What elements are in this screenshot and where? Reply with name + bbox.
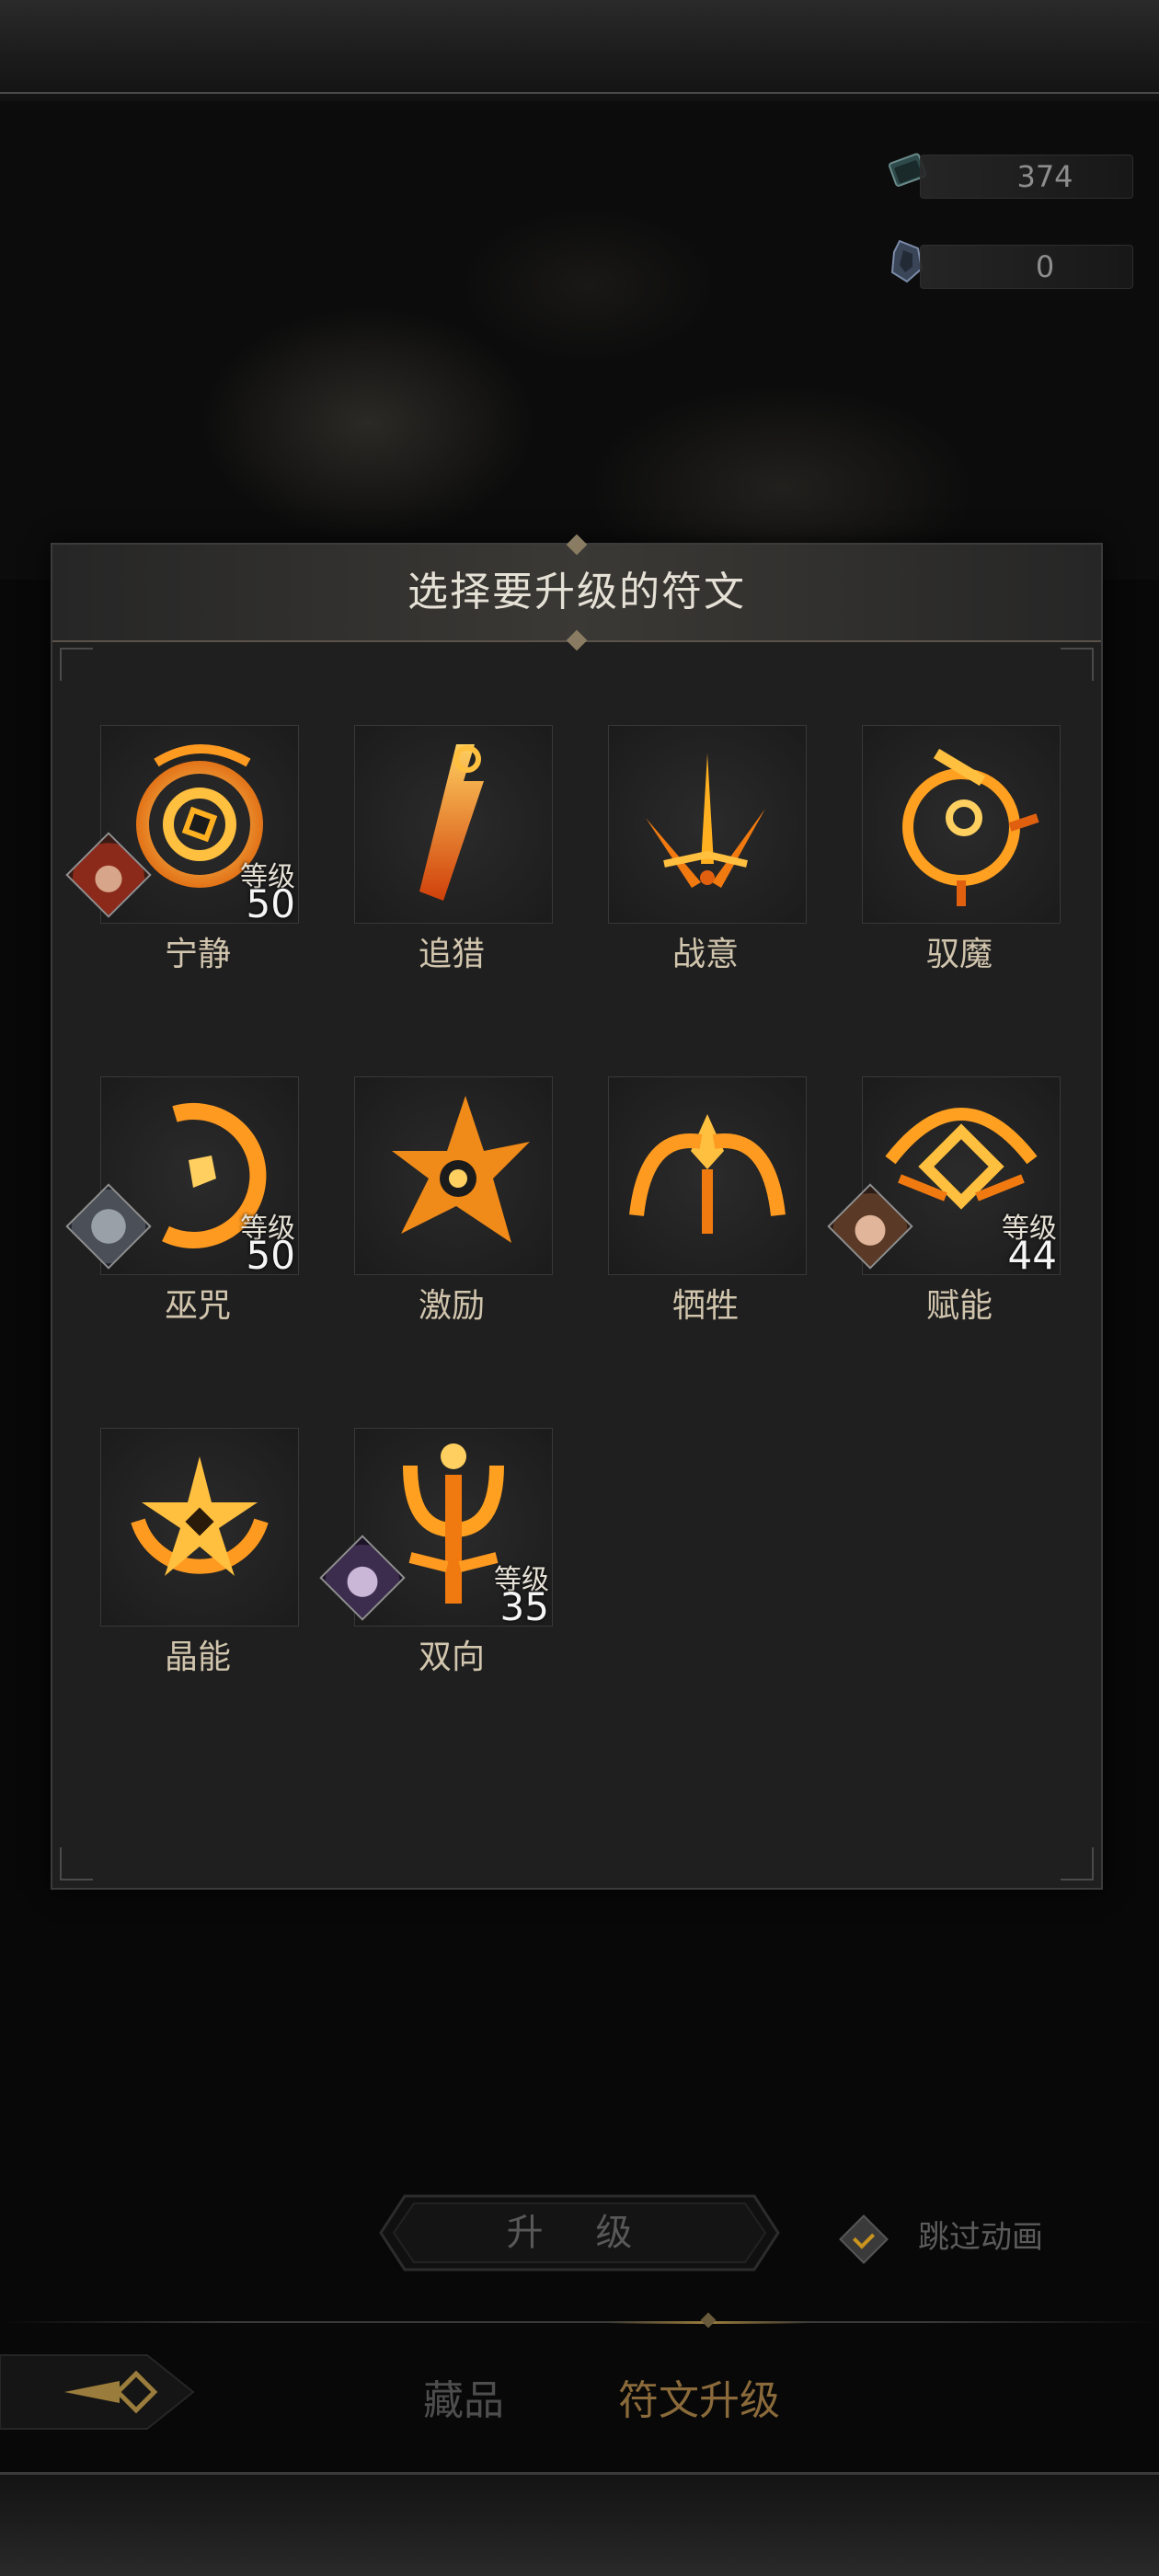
rune-jingneng-icon (100, 1428, 299, 1627)
rune-zhanyi-icon (608, 725, 807, 924)
corner-ornament-bl (60, 1847, 93, 1880)
rune-jili-icon (354, 1076, 553, 1275)
rune-xisheng-icon (608, 1076, 807, 1275)
bottom-ornament-bar (0, 2472, 1159, 2576)
upgrade-button[interactable]: 升 级 (377, 2192, 782, 2273)
rune-name: 巫咒 (164, 1287, 231, 1325)
tab-divider (0, 2321, 1159, 2323)
back-button[interactable] (0, 2346, 202, 2438)
divider-gem (700, 2312, 717, 2329)
top-ornament-bar (0, 0, 1159, 104)
rune-yumo-icon (862, 725, 1061, 924)
rune-name: 激励 (418, 1287, 485, 1325)
tab-rune-upgrade[interactable]: 符文升级 (618, 2374, 780, 2429)
rune-card-xisheng[interactable]: 牺牲 (604, 1076, 807, 1325)
level-value: 44 (1007, 1233, 1057, 1278)
rune-name: 追猎 (418, 936, 485, 973)
level-value: 50 (246, 1233, 295, 1278)
skip-animation-label: 跳过动画 (918, 2219, 1043, 2256)
skip-animation-toggle[interactable]: 跳过动画 (839, 2214, 1078, 2264)
rune-card-funeng[interactable]: 等级 44 赋能 (827, 1076, 1061, 1325)
rune-card-zhuilie[interactable]: 追猎 (350, 725, 553, 973)
rune-name: 赋能 (925, 1287, 993, 1325)
tab-collection[interactable]: 藏品 (423, 2374, 504, 2429)
rune-card-jingneng[interactable]: 晶能 (97, 1428, 299, 1676)
back-arrow-icon (0, 2354, 195, 2430)
rune-card-wuzhou[interactable]: 等级 50 巫咒 (65, 1076, 299, 1325)
corner-ornament-tl (60, 648, 93, 681)
corner-ornament-br (1061, 1847, 1094, 1880)
currency-counter-2: 0 (920, 245, 1133, 289)
rune-card-jili[interactable]: 激励 (350, 1076, 553, 1325)
checkbox-checked-icon[interactable] (839, 2214, 889, 2264)
rune-name: 战意 (671, 936, 739, 973)
currency-counter-1: 374 (920, 155, 1133, 199)
rune-card-ningjing[interactable]: 等级 50 宁静 (65, 725, 299, 973)
panel-title: 选择要升级的符文 (407, 569, 746, 615)
level-value: 50 (246, 881, 295, 926)
rune-card-yumo[interactable]: 驭魔 (858, 725, 1061, 973)
panel-header: 选择要升级的符文 (52, 545, 1101, 642)
rune-zhuilie-icon (354, 725, 553, 924)
rune-card-shuangxiang[interactable]: 等级 35 双向 (319, 1428, 553, 1676)
rune-name: 驭魔 (925, 936, 993, 973)
rune-name: 宁静 (164, 936, 231, 973)
rune-select-panel: 选择要升级的符文 等级 50 宁静 追猎 战意 驭魔 等级 50 巫咒 激励 牺… (51, 534, 1103, 1890)
rune-card-zhanyi[interactable]: 战意 (604, 725, 807, 973)
level-value: 35 (499, 1584, 549, 1629)
corner-ornament-tr (1061, 648, 1094, 681)
upgrade-button-label: 升 级 (506, 2212, 653, 2254)
currency-value-2: 0 (1035, 249, 1055, 284)
rune-name: 双向 (418, 1639, 485, 1676)
rune-name: 牺牲 (671, 1287, 739, 1325)
currency-value-1: 374 (1016, 159, 1073, 194)
rune-name: 晶能 (164, 1639, 231, 1676)
